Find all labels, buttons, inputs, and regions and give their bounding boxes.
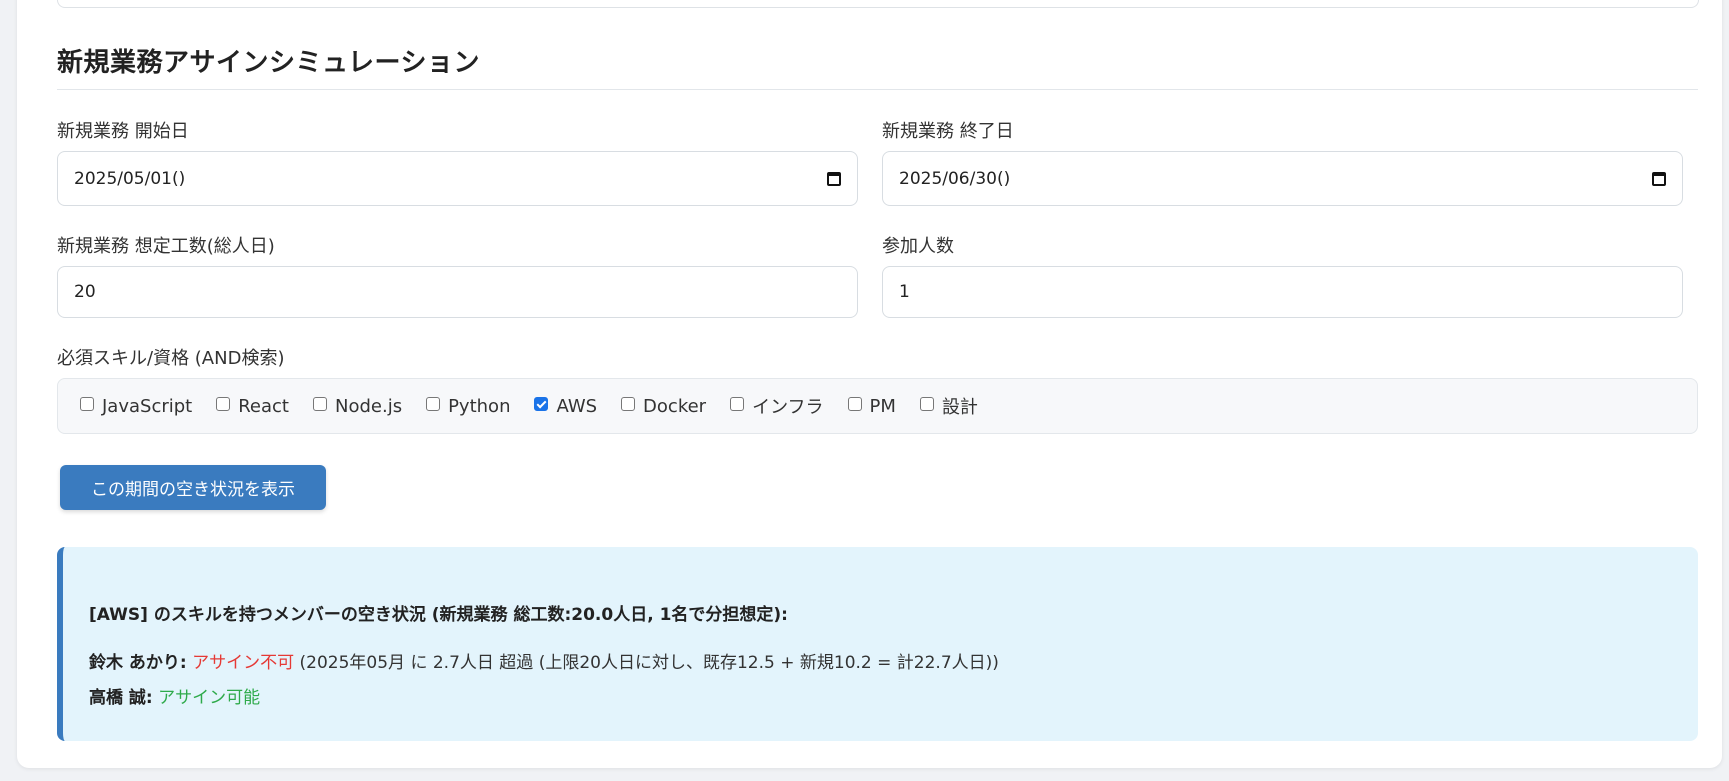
skill-option[interactable]: インフラ	[730, 393, 824, 419]
skill-option[interactable]: Docker	[621, 396, 706, 417]
skill-option[interactable]: AWS	[534, 396, 597, 417]
previous-input-field[interactable]	[57, 0, 1699, 8]
skill-option-label: Docker	[643, 395, 707, 417]
skill-option-label: Node.js	[335, 395, 403, 417]
skill-checkbox[interactable]	[534, 397, 549, 411]
skill-checkbox[interactable]	[426, 397, 441, 411]
skill-checkbox[interactable]	[730, 397, 745, 411]
result-heading: [AWS] のスキルを持つメンバーの空き状況 (新規業務 総工数:20.0人日,…	[89, 605, 788, 625]
assign-status: アサイン可能	[158, 688, 261, 708]
skill-checkbox[interactable]	[919, 397, 934, 411]
skill-option[interactable]: PM	[847, 395, 896, 417]
participants-input[interactable]: 1	[882, 266, 1683, 318]
skill-option-label: AWS	[556, 395, 598, 417]
section-title: 新規業務アサインシミュレーション	[57, 48, 480, 78]
skill-option[interactable]: 設計	[919, 393, 978, 419]
start-date-input[interactable]: 2025/05/01()	[57, 151, 858, 206]
participants-value: 1	[899, 282, 910, 302]
skill-option[interactable]: React	[216, 396, 289, 417]
skill-checkbox[interactable]	[621, 397, 636, 411]
start-date-label: 新規業務 開始日	[57, 121, 189, 142]
effort-label: 新規業務 想定工数(総人日)	[57, 236, 275, 257]
skill-option-label: 設計	[941, 397, 978, 418]
skill-option-label: React	[238, 395, 289, 417]
simulation-card: 新規業務アサインシミュレーション 新規業務 開始日 2025/05/01() 新…	[17, 0, 1722, 768]
calendar-icon[interactable]	[827, 171, 841, 186]
member-name: 高橋 誠:	[89, 688, 153, 708]
member-result-row: 鈴木 あかり: アサイン不可 (2025年05月 に 2.7人日 超過 (上限2…	[89, 648, 999, 673]
participants-label: 参加人数	[882, 236, 954, 257]
calendar-icon[interactable]	[1652, 171, 1666, 186]
member-result-row: 高橋 誠: アサイン可能	[89, 683, 260, 708]
effort-input[interactable]: 20	[57, 266, 858, 318]
start-date-value: 2025/05/01()	[74, 168, 186, 189]
show-availability-button[interactable]: この期間の空き状況を表示	[60, 465, 326, 510]
effort-value: 20	[74, 282, 96, 302]
skills-checkbox-group: JavaScript React Node.js Python AWS Docker インフ…	[57, 378, 1698, 434]
result-panel: [AWS] のスキルを持つメンバーの空き状況 (新規業務 総工数:20.0人日,…	[57, 547, 1698, 741]
skill-option-label: インフラ	[752, 397, 824, 418]
skill-option[interactable]: Python	[426, 396, 510, 417]
skill-checkbox[interactable]	[80, 397, 94, 411]
skill-checkbox[interactable]	[847, 397, 862, 411]
title-divider	[57, 89, 1698, 90]
member-name: 鈴木 あかり:	[89, 653, 187, 673]
end-date-label: 新規業務 終了日	[882, 121, 1014, 142]
end-date-value: 2025/06/30()	[899, 168, 1011, 189]
assign-detail: (2025年05月 に 2.7人日 超過 (上限20人日に対し、既存12.5 +…	[299, 653, 999, 673]
skill-checkbox[interactable]	[216, 397, 231, 411]
skill-option-label: JavaScript	[102, 395, 193, 417]
skill-option[interactable]: Node.js	[313, 396, 402, 417]
skill-option-label: Python	[448, 395, 511, 417]
skill-checkbox[interactable]	[313, 397, 327, 411]
end-date-input[interactable]: 2025/06/30()	[882, 151, 1683, 206]
skills-label: 必須スキル/資格 (AND検索)	[57, 348, 285, 369]
skill-option[interactable]: JavaScript	[80, 396, 192, 417]
skill-option-label: PM	[869, 395, 896, 417]
assign-status: アサイン不可	[192, 653, 295, 673]
